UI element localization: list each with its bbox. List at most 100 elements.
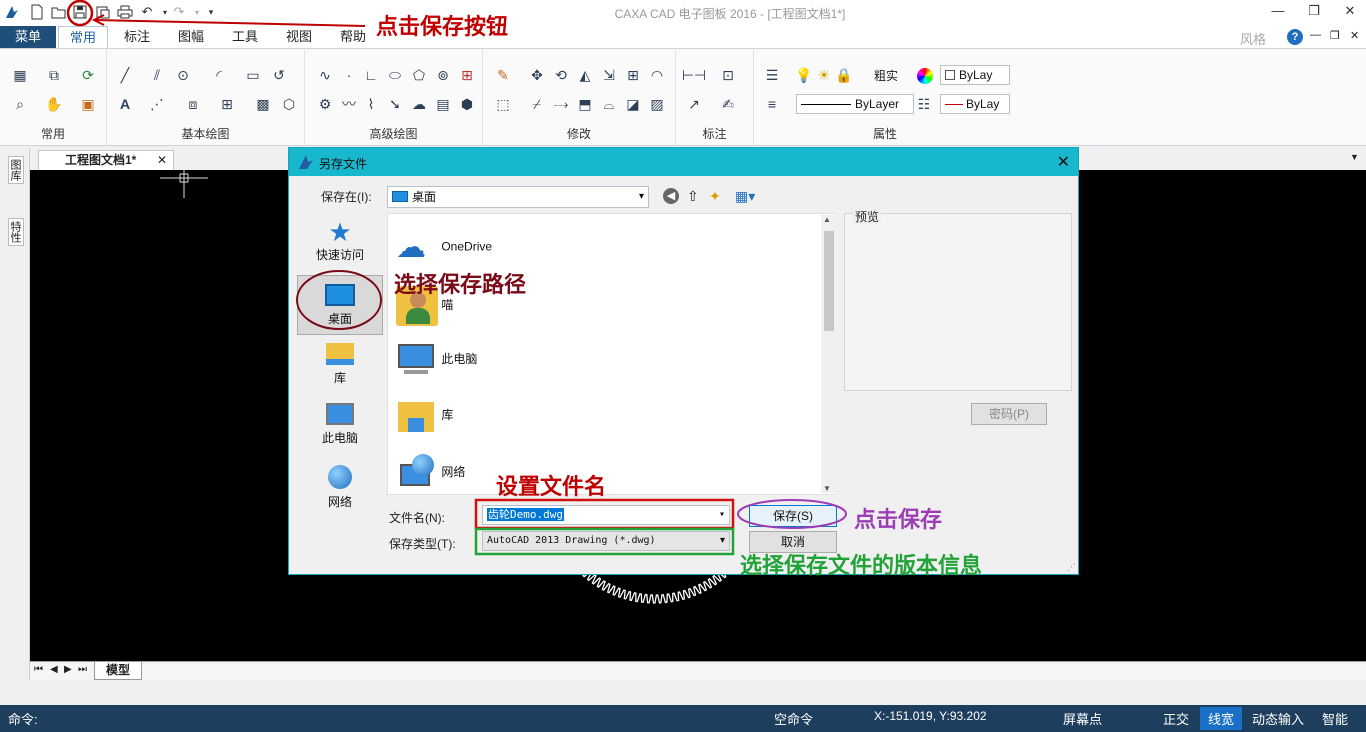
centerline-icon[interactable]: ⋰ bbox=[147, 94, 167, 114]
nav-library[interactable]: 库 bbox=[295, 343, 385, 386]
image-icon[interactable]: ▤ bbox=[433, 94, 453, 114]
chamfer-icon[interactable]: ◪ bbox=[623, 94, 643, 114]
main-menu-button[interactable]: 菜单 bbox=[0, 26, 56, 48]
clipboard-icon[interactable]: ▣ bbox=[78, 94, 98, 114]
tab-list-dropdown-icon[interactable]: ▼ bbox=[1350, 152, 1359, 162]
symbol-icon[interactable]: ✍ bbox=[718, 94, 738, 114]
trim-icon[interactable]: ⌿ bbox=[527, 94, 547, 114]
tab-dimension[interactable]: 标注 bbox=[114, 26, 160, 48]
list-item[interactable]: ☁ OneDrive bbox=[396, 230, 492, 265]
circle-icon[interactable]: ⊙ bbox=[173, 65, 193, 85]
array-icon[interactable]: ⊞ bbox=[623, 65, 643, 85]
polygon-icon[interactable]: ⬠ bbox=[409, 65, 429, 85]
list-item[interactable]: 此电脑 bbox=[396, 342, 477, 378]
file-list[interactable]: ☁ OneDrive 喵 此电脑 库 网络 bbox=[387, 213, 837, 495]
hole-icon[interactable]: ⊚ bbox=[433, 65, 453, 85]
explode-icon[interactable]: ▨ bbox=[647, 94, 667, 114]
stretch-icon[interactable]: ⬒ bbox=[575, 94, 595, 114]
tab-help[interactable]: 帮助 bbox=[330, 26, 376, 48]
back-icon[interactable]: ◀ bbox=[663, 188, 679, 204]
line-icon[interactable]: ╱ bbox=[115, 65, 135, 85]
list-item[interactable]: 网络 bbox=[396, 454, 465, 492]
new-folder-icon[interactable]: ✦ bbox=[709, 188, 721, 205]
delete-icon[interactable]: ✎ bbox=[493, 65, 513, 85]
leader-icon[interactable]: ↗ bbox=[684, 94, 704, 114]
next-layout-icon[interactable]: ▶ bbox=[64, 664, 72, 675]
tab-frame[interactable]: 图幅 bbox=[168, 26, 214, 48]
model-tab[interactable]: 模型 bbox=[94, 662, 142, 680]
minimize-icon[interactable]: — bbox=[1266, 3, 1290, 21]
last-layout-icon[interactable]: ⏭ bbox=[78, 664, 87, 675]
screen-point-toggle[interactable]: 屏幕点 bbox=[1063, 709, 1102, 728]
insert-block-icon[interactable]: ⊞ bbox=[217, 94, 237, 114]
style-label[interactable]: 风格 bbox=[1240, 29, 1266, 48]
dialog-close-icon[interactable]: ✕ bbox=[1057, 152, 1070, 172]
arc-icon[interactable]: ◜ bbox=[209, 65, 229, 85]
nav-this-pc[interactable]: 此电脑 bbox=[295, 403, 385, 446]
line-color-combo[interactable]: ByLay bbox=[940, 94, 1010, 114]
tab-view[interactable]: 视图 bbox=[276, 26, 322, 48]
save-button[interactable]: 保存(S) bbox=[749, 505, 837, 527]
dynamic-input-toggle[interactable]: 动态输入 bbox=[1252, 709, 1304, 728]
gear-icon[interactable]: ⚙ bbox=[315, 94, 335, 114]
list-item[interactable]: 库 bbox=[396, 398, 453, 434]
nav-desktop[interactable]: 桌面 bbox=[297, 275, 383, 335]
save-in-combo[interactable]: 桌面 ▾ bbox=[387, 186, 649, 208]
table-icon[interactable]: ⊞ bbox=[457, 65, 477, 85]
restore-icon[interactable]: ❐ bbox=[1302, 3, 1326, 21]
rectangle-icon[interactable]: ▭ bbox=[243, 65, 263, 85]
mirror-icon[interactable]: ◭ bbox=[575, 65, 595, 85]
document-tab[interactable]: 工程图文档1* ✕ bbox=[38, 150, 174, 170]
polyline-icon[interactable]: ↺ bbox=[269, 65, 289, 85]
cloud-icon[interactable]: ☁ bbox=[409, 94, 429, 114]
close-icon[interactable]: ✕ bbox=[157, 151, 167, 170]
chevron-down-icon[interactable]: ▾ bbox=[719, 506, 725, 524]
fillet-icon[interactable]: ⌓ bbox=[599, 94, 619, 114]
ellipse-icon[interactable]: ⬭ bbox=[385, 65, 405, 85]
print-icon[interactable] bbox=[116, 3, 134, 21]
up-folder-icon[interactable]: ⇧ bbox=[687, 188, 699, 205]
nav-quick-access[interactable]: ★ 快速访问 bbox=[295, 218, 385, 263]
filetype-select[interactable]: AutoCAD 2013 Drawing (*.dwg) ▾ bbox=[482, 531, 730, 551]
side-tab-properties[interactable]: 特性 bbox=[8, 218, 24, 246]
coordinate-dim-icon[interactable]: ⊡ bbox=[718, 65, 738, 85]
new-file-icon[interactable] bbox=[28, 3, 46, 21]
tab-common[interactable]: 常用 bbox=[58, 26, 108, 48]
scroll-up-icon[interactable]: ▲ bbox=[823, 215, 831, 224]
resize-grip-icon[interactable]: ⋰ bbox=[1067, 562, 1076, 573]
select-box-icon[interactable]: ⬚ bbox=[493, 94, 513, 114]
scale-icon[interactable]: ⇲ bbox=[599, 65, 619, 85]
linewidth-label[interactable]: 粗实 bbox=[874, 67, 898, 84]
zoom-icon[interactable]: ⌕ bbox=[10, 94, 30, 114]
offset-icon[interactable]: ◠ bbox=[647, 65, 667, 85]
smart-snap-toggle[interactable]: 智能 bbox=[1322, 709, 1348, 728]
open-folder-icon[interactable] bbox=[50, 3, 68, 21]
save-icon[interactable] bbox=[71, 3, 89, 21]
redo-icon[interactable]: ↷ bbox=[170, 3, 188, 21]
scroll-down-icon[interactable]: ▼ bbox=[823, 484, 831, 493]
linestyle-icon[interactable]: ≡ bbox=[762, 94, 782, 114]
text-icon[interactable]: A bbox=[115, 94, 135, 114]
pan-icon[interactable]: ✋ bbox=[44, 94, 64, 114]
question-icon[interactable]: ? bbox=[1287, 29, 1303, 45]
rotate-icon[interactable]: ⟲ bbox=[551, 65, 571, 85]
dimension-icon[interactable]: ⊢⊣ bbox=[682, 65, 706, 85]
copy-format-icon[interactable]: ⧉ bbox=[44, 65, 64, 85]
break-line-icon[interactable]: ⌇ bbox=[361, 94, 381, 114]
save-as-icon[interactable] bbox=[94, 3, 112, 21]
filename-input[interactable]: 齿轮Demo.dwg ▾ bbox=[482, 505, 730, 525]
ribbon-restore-icon[interactable]: ❐ bbox=[1330, 29, 1340, 42]
view-menu-icon[interactable]: ▦▾ bbox=[735, 188, 755, 205]
ortho-toggle[interactable]: 正交 bbox=[1163, 709, 1189, 728]
scrollbar-thumb[interactable] bbox=[824, 231, 834, 331]
customize-quickaccess-icon[interactable]: ▾ bbox=[202, 3, 220, 21]
color-combo[interactable]: ByLay bbox=[940, 65, 1010, 85]
app-logo-icon[interactable] bbox=[3, 3, 21, 21]
spline-icon[interactable]: ∿ bbox=[315, 65, 335, 85]
lock-icon[interactable]: 🔒 bbox=[834, 65, 854, 85]
point-icon[interactable]: · bbox=[339, 65, 359, 85]
prev-layout-icon[interactable]: ◀ bbox=[50, 664, 58, 675]
angle-line-icon[interactable]: ∟ bbox=[361, 65, 381, 85]
first-layout-icon[interactable]: ⏮ bbox=[34, 664, 43, 675]
ribbon-minimize-icon[interactable]: — bbox=[1310, 29, 1321, 41]
